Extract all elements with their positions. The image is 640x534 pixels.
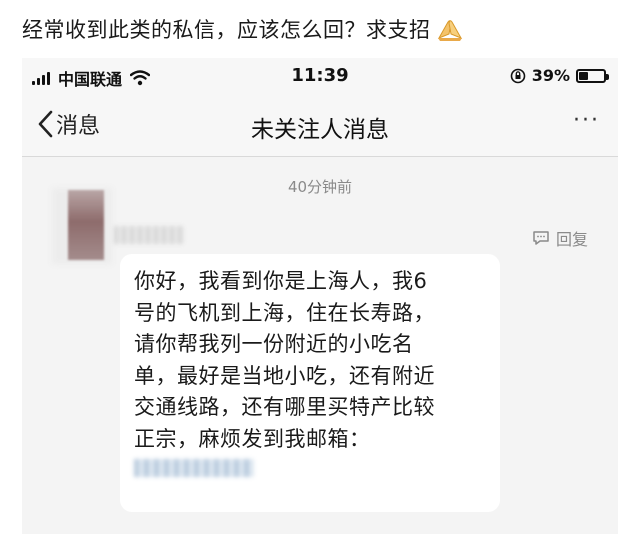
message-line: 正宗，麻烦发到我邮箱： [134,426,371,451]
page-title: 未关注人消息 [251,117,389,143]
battery-icon [576,68,609,83]
nav-bar: 消息 未关注人消息 ··· [22,94,618,157]
message-line: 交通线路，还有哪里买特产比较 [134,395,435,419]
reply-label: 回复 [555,230,588,249]
message-bubble[interactable]: 你好，我看到你是上海人，我6 号的飞机到上海，住在长寿路， 请你帮我列一份附近的… [120,254,500,512]
status-right: 39% [510,66,609,85]
orientation-lock-icon [510,68,526,84]
email-redacted [134,459,254,477]
message-line: 请你帮我列一份附近的小吃名 [134,332,414,356]
status-bar: 中国联通 11:39 39% [22,58,618,94]
battery-percent: 39% [531,66,570,85]
reply-button[interactable]: 回复 [532,226,588,250]
comment-icon [533,231,549,245]
message-text: 你好，我看到你是上海人，我6 号的飞机到上海，住在长寿路， 请你帮我列一份附近的… [134,266,488,455]
post-caption: 经常收到此类的私信，应该怎么回？求支招 [22,14,465,44]
caption-text: 经常收到此类的私信，应该怎么回？求支招 [22,18,431,42]
message-line: 你好，我看到你是上海人，我6 [134,269,428,293]
avatar[interactable] [68,190,104,260]
phone-screen: 中国联通 11:39 39% 消息 未关注人消息 ··· 40分钟前 回复 你好… [22,58,618,534]
message-line: 号的飞机到上海，住在长寿路， [134,300,435,325]
message-line: 单，最好是当地小吃，还有附近 [134,363,435,388]
sender-name-redacted [114,226,184,244]
more-options-button[interactable]: ··· [573,108,600,133]
folded-hands-icon [435,16,465,42]
